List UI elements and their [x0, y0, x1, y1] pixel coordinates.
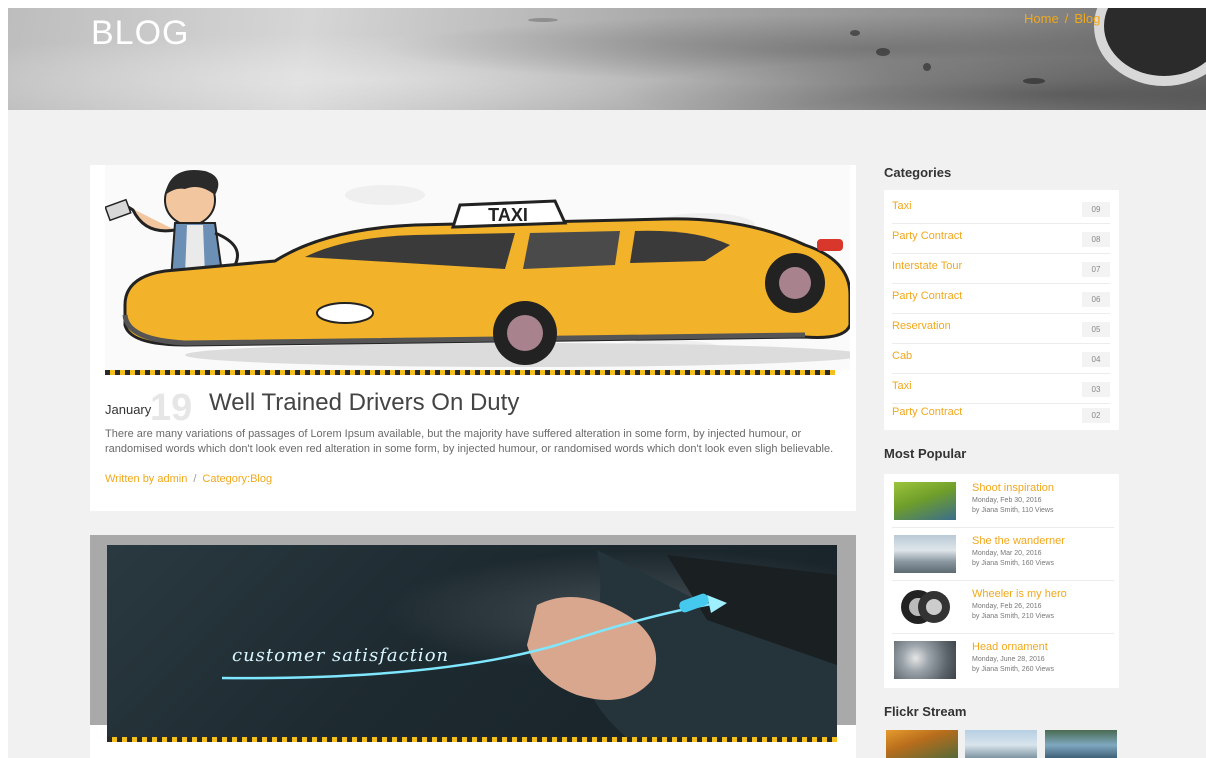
post-date-month: January	[105, 402, 152, 417]
popular-post-thumbnail	[894, 641, 956, 679]
category-item[interactable]: Party Contract 02	[892, 400, 1110, 429]
category-count-badge: 09	[1082, 202, 1110, 217]
popular-post-byline: by Jiana Smith, 160 Views	[972, 560, 1054, 567]
tire-thumbnail	[901, 590, 950, 624]
category-label: Party Contract	[892, 290, 963, 302]
most-popular-list: Shoot inspiration Monday, Feb 30, 2016 b…	[884, 474, 1119, 688]
banner-texture	[1023, 78, 1045, 84]
category-count-badge: 04	[1082, 352, 1110, 367]
flickr-thumbnail[interactable]	[965, 730, 1037, 758]
post-meta: Written by admin / Category:Blog	[105, 473, 272, 485]
category-count-badge: 05	[1082, 322, 1110, 337]
popular-post-byline: by Jiana Smith, 260 Views	[972, 666, 1054, 673]
popular-post-thumbnail	[894, 588, 956, 626]
popular-post-item[interactable]: Wheeler is my hero Monday, Feb 26, 2016 …	[892, 580, 1114, 634]
category-item[interactable]: Party Contract 06	[892, 284, 1110, 314]
category-item[interactable]: Cab 04	[892, 344, 1110, 374]
popular-post-thumbnail	[894, 535, 956, 573]
hazard-stripe	[105, 370, 835, 375]
category-count-badge: 02	[1082, 408, 1110, 423]
category-count-badge: 03	[1082, 382, 1110, 397]
category-item[interactable]: Reservation 05	[892, 314, 1110, 344]
popular-post-item[interactable]: She the wanderner Monday, Mar 20, 2016 b…	[892, 527, 1114, 581]
category-label: Party Contract	[892, 230, 963, 242]
category-label: Taxi	[892, 380, 912, 392]
category-count-badge: 07	[1082, 262, 1110, 277]
popular-post-byline: by Jiana Smith, 210 Views	[972, 613, 1054, 620]
breadcrumb-separator: /	[1064, 11, 1069, 26]
category-count-badge: 06	[1082, 292, 1110, 307]
flickr-stream-heading: Flickr Stream	[884, 704, 967, 719]
category-item[interactable]: Interstate Tour 07	[892, 254, 1110, 284]
popular-post-title: Head ornament	[972, 641, 1048, 653]
popular-post-date: Monday, June 28, 2016	[972, 656, 1045, 663]
banner-texture	[923, 63, 931, 71]
taxi-sign-text: TAXI	[488, 205, 528, 225]
coffee-cup-decoration	[1094, 8, 1206, 86]
popular-post-date: Monday, Feb 26, 2016	[972, 603, 1042, 610]
post-title[interactable]: Well Trained Drivers On Duty	[209, 389, 519, 417]
breadcrumb-home-link[interactable]: Home	[1024, 11, 1059, 26]
category-label: Party Contract	[892, 406, 963, 418]
popular-post-item[interactable]: Head ornament Monday, June 28, 2016 by J…	[892, 633, 1114, 686]
taxi-illustration[interactable]: TAXI	[105, 165, 850, 370]
category-item[interactable]: Taxi 09	[892, 194, 1110, 224]
blog-page: BLOG Home / Blog TAXI 19 January Well Tr…	[8, 8, 1206, 758]
categories-heading: Categories	[884, 165, 952, 180]
category-label: Cab	[892, 350, 913, 362]
hero-banner: BLOG Home / Blog	[8, 8, 1206, 110]
customer-satisfaction-image[interactable]: customer satisfaction	[107, 545, 837, 738]
blog-post-card: customer satisfaction	[90, 535, 856, 758]
category-label: Reservation	[892, 320, 951, 332]
popular-post-date: Monday, Mar 20, 2016	[972, 550, 1042, 557]
post-category-link[interactable]: Category:Blog	[202, 473, 272, 485]
banner-texture	[876, 48, 890, 56]
banner-texture	[850, 30, 860, 36]
most-popular-heading: Most Popular	[884, 446, 967, 461]
category-label: Interstate Tour	[892, 260, 963, 272]
post-excerpt: There are many variations of passages of…	[105, 428, 834, 455]
banner-texture	[528, 18, 558, 22]
post-date-day: 19	[150, 387, 193, 429]
blog-post-card: TAXI 19 January Well Trained Drivers On …	[90, 165, 856, 511]
taxi-cartoon-image: TAXI	[105, 170, 850, 367]
flickr-thumbnail[interactable]	[1045, 730, 1117, 758]
popular-post-title: Shoot inspiration	[972, 482, 1054, 494]
post-meta-separator: /	[193, 473, 197, 485]
page-title: BLOG	[91, 14, 190, 52]
post-author-link[interactable]: Written by admin	[105, 473, 187, 485]
image-caption-text: customer satisfaction	[232, 645, 450, 666]
popular-post-date: Monday, Feb 30, 2016	[972, 497, 1042, 504]
flickr-thumbnail[interactable]	[886, 730, 958, 758]
hazard-stripe	[107, 737, 837, 742]
breadcrumb: Home / Blog	[1024, 11, 1100, 26]
categories-list: Taxi 09 Party Contract 08 Interstate Tou…	[884, 190, 1119, 430]
popular-post-title: She the wanderner	[972, 535, 1065, 547]
customer-satisfaction-graphic	[221, 550, 837, 738]
popular-post-thumbnail	[894, 482, 956, 520]
popular-post-byline: by Jiana Smith, 110 Views	[972, 507, 1054, 514]
category-item[interactable]: Party Contract 08	[892, 224, 1110, 254]
popular-post-title: Wheeler is my hero	[972, 588, 1067, 600]
category-label: Taxi	[892, 200, 912, 212]
popular-post-item[interactable]: Shoot inspiration Monday, Feb 30, 2016 b…	[892, 474, 1114, 528]
category-count-badge: 08	[1082, 232, 1110, 247]
breadcrumb-current: Blog	[1074, 11, 1101, 26]
